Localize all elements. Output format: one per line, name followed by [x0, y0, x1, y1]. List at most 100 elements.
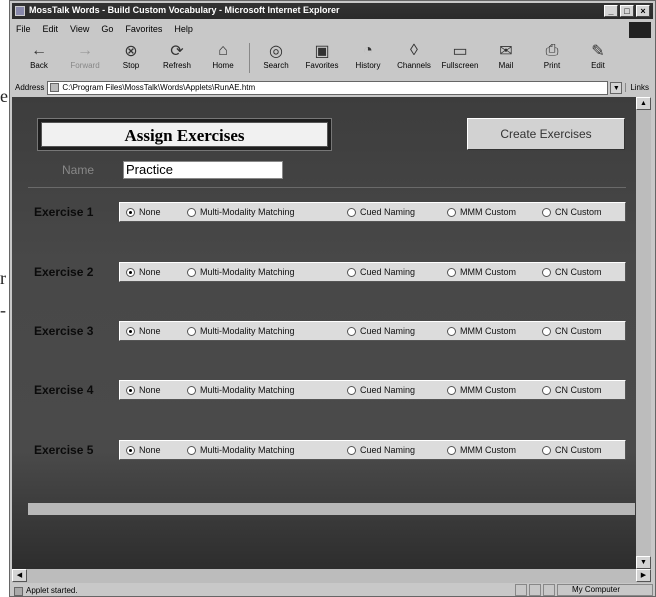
option-cued-naming[interactable]: Cued Naming: [347, 267, 415, 277]
menu-help[interactable]: Help: [174, 24, 193, 34]
radio-icon: [447, 326, 456, 336]
mail-icon: ✉: [499, 43, 513, 60]
address-input[interactable]: C:\Program Files\MossTalk\Words\Applets\…: [47, 80, 609, 95]
title-bar: MossTalk Words - Build Custom Vocabulary…: [12, 3, 653, 19]
option-multi-modality-matching[interactable]: Multi-Modality Matching: [187, 207, 295, 217]
option-cn-custom[interactable]: CN Custom: [542, 267, 602, 277]
option-label: MMM Custom: [460, 326, 516, 336]
radio-icon: [187, 267, 196, 277]
refresh-button[interactable]: ⟳ Refresh: [154, 41, 200, 70]
radio-icon: [542, 385, 551, 395]
scroll-down-button[interactable]: ▼: [636, 556, 651, 569]
option-label: CN Custom: [555, 385, 602, 395]
zone-label: My Computer: [572, 585, 621, 594]
address-dropdown-button[interactable]: ▼: [610, 81, 623, 94]
search-label: Search: [263, 61, 289, 70]
scroll-up-button[interactable]: ▲: [636, 97, 651, 110]
radio-icon: [347, 445, 356, 455]
scroll-right-button[interactable]: ▶: [636, 569, 651, 582]
radio-selected-icon: [126, 385, 135, 395]
status-cell: [529, 584, 541, 596]
option-label: Multi-Modality Matching: [200, 445, 295, 455]
margin-text-3: -: [0, 300, 6, 320]
mail-button[interactable]: ✉ Mail: [483, 41, 529, 70]
vertical-scrollbar[interactable]: ▲ ▼: [636, 97, 651, 569]
option-mmm-custom[interactable]: MMM Custom: [447, 326, 516, 336]
status-message: Applet started.: [26, 585, 78, 595]
search-button[interactable]: ◎ Search: [253, 41, 299, 70]
name-input[interactable]: Practice: [123, 161, 283, 179]
edit-label: Edit: [591, 61, 605, 70]
option-multi-modality-matching[interactable]: Multi-Modality Matching: [187, 385, 295, 395]
option-cn-custom[interactable]: CN Custom: [542, 445, 602, 455]
divider: [28, 187, 626, 188]
stop-button[interactable]: ⊗ Stop: [108, 41, 154, 70]
close-button[interactable]: ×: [636, 5, 650, 17]
print-button[interactable]: ⎙ Print: [529, 41, 575, 70]
windows-logo-icon: [629, 22, 651, 38]
option-cued-naming[interactable]: Cued Naming: [347, 207, 415, 217]
option-cued-naming[interactable]: Cued Naming: [347, 385, 415, 395]
horizontal-scrollbar[interactable]: ◀ ▶: [12, 569, 651, 583]
option-label: Cued Naming: [360, 207, 416, 217]
menu-edit[interactable]: Edit: [43, 24, 59, 34]
option-none[interactable]: None: [126, 445, 161, 455]
option-mmm-custom[interactable]: MMM Custom: [447, 207, 516, 217]
favorites-label: Favorites: [305, 61, 339, 70]
option-cn-custom[interactable]: CN Custom: [542, 207, 602, 217]
menu-view[interactable]: View: [70, 24, 89, 34]
option-cn-custom[interactable]: CN Custom: [542, 326, 602, 336]
option-none[interactable]: None: [126, 207, 161, 217]
menu-go[interactable]: Go: [101, 24, 113, 34]
exercise-options: None Multi-Modality Matching Cued Naming…: [119, 440, 626, 460]
exercise-label: Exercise 2: [34, 265, 94, 279]
edit-button[interactable]: ✎ Edit: [575, 41, 621, 70]
option-cn-custom[interactable]: CN Custom: [542, 385, 602, 395]
minimize-button[interactable]: _: [604, 5, 618, 17]
option-none[interactable]: None: [126, 267, 161, 277]
option-multi-modality-matching[interactable]: Multi-Modality Matching: [187, 445, 295, 455]
fullscreen-label: Fullscreen: [441, 61, 479, 70]
status-cell: [543, 584, 555, 596]
option-label: None: [139, 445, 161, 455]
stop-icon: ⊗: [124, 43, 138, 60]
channels-icon: ◊: [410, 42, 418, 59]
create-exercises-button[interactable]: Create Exercises: [467, 118, 625, 150]
option-cued-naming[interactable]: Cued Naming: [347, 445, 415, 455]
fullscreen-button[interactable]: ▭ Fullscreen: [437, 41, 483, 70]
exercise-label: Exercise 5: [34, 443, 94, 457]
address-bar: Address C:\Program Files\MossTalk\Words\…: [12, 80, 653, 95]
menu-file[interactable]: File: [16, 24, 31, 34]
print-icon: ⎙: [545, 42, 559, 59]
radio-icon: [542, 326, 551, 336]
option-mmm-custom[interactable]: MMM Custom: [447, 445, 516, 455]
option-multi-modality-matching[interactable]: Multi-Modality Matching: [187, 267, 295, 277]
favorites-button[interactable]: ▣ Favorites: [299, 41, 345, 70]
option-none[interactable]: None: [126, 326, 161, 336]
home-button[interactable]: ⌂ Home: [200, 41, 246, 70]
radio-icon: [542, 267, 551, 277]
radio-icon: [447, 445, 456, 455]
option-mmm-custom[interactable]: MMM Custom: [447, 385, 516, 395]
fullscreen-icon: ▭: [452, 43, 468, 60]
applet-icon: [14, 586, 23, 596]
links-button[interactable]: Links: [625, 83, 653, 92]
option-none[interactable]: None: [126, 385, 161, 395]
print-label: Print: [543, 61, 561, 70]
option-label: Multi-Modality Matching: [200, 207, 295, 217]
option-multi-modality-matching[interactable]: Multi-Modality Matching: [187, 326, 295, 336]
channels-label: Channels: [397, 61, 431, 70]
option-label: None: [139, 267, 161, 277]
menu-favorites[interactable]: Favorites: [125, 24, 162, 34]
forward-button[interactable]: → Forward: [62, 41, 108, 70]
option-cued-naming[interactable]: Cued Naming: [347, 326, 415, 336]
exercise-label: Exercise 3: [34, 324, 94, 338]
option-mmm-custom[interactable]: MMM Custom: [447, 267, 516, 277]
scroll-left-button[interactable]: ◀: [12, 569, 27, 582]
channels-button[interactable]: ◊ Channels: [391, 41, 437, 70]
address-value: C:\Program Files\MossTalk\Words\Applets\…: [62, 83, 256, 92]
history-button[interactable]: ◔ History: [345, 41, 391, 70]
margin-text-1: e: [0, 86, 8, 106]
maximize-button[interactable]: □: [620, 5, 634, 17]
back-button[interactable]: ← Back: [16, 41, 62, 70]
